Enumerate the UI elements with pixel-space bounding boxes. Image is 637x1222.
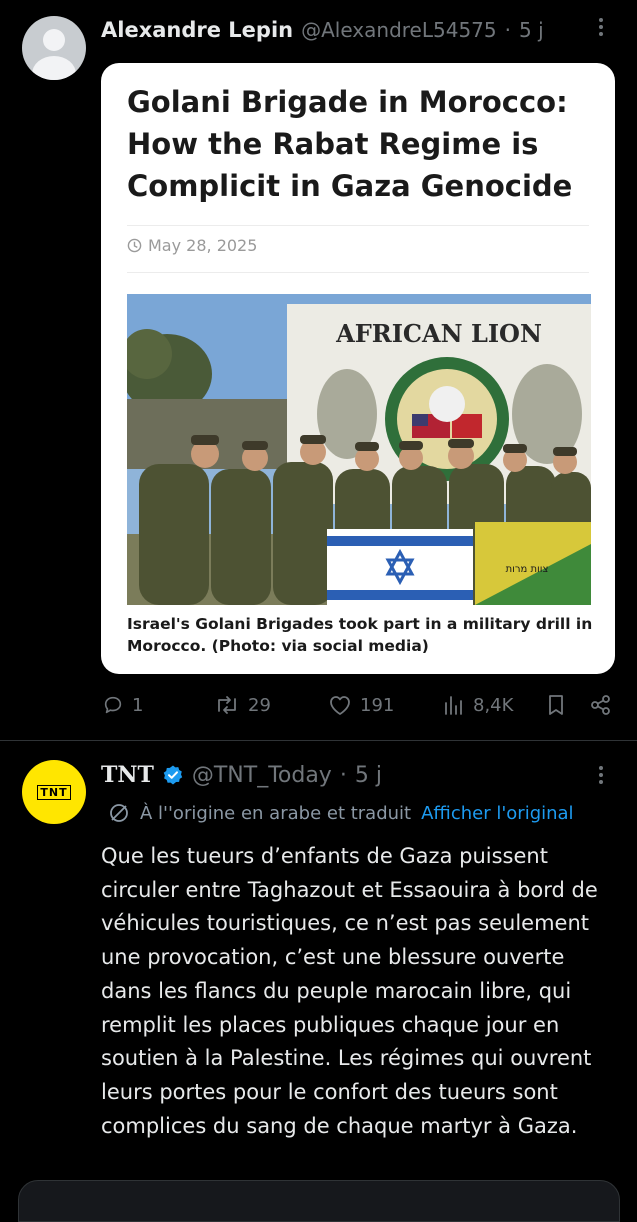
repost-count: 29 [248,694,271,716]
clock-icon [127,238,142,253]
card-divider [127,225,589,226]
bookmark-icon [549,695,563,715]
author-handle[interactable]: @AlexandreL54575 [301,18,497,42]
more-options-icon[interactable] [596,14,606,46]
tweet-body: Que les tueurs d’enfants de Gaza puissen… [101,844,598,1138]
views-count: 8,4K [473,694,514,716]
share-button[interactable] [590,694,612,716]
banner-text: AFRICAN LION [335,319,542,348]
translate-icon [110,804,128,822]
reply-icon [104,696,122,714]
tweet-divider [0,740,637,741]
repost-button[interactable]: 29 [214,694,271,716]
tweet-header: Alexandre Lepin @AlexandreL54575 · 5 j [101,18,544,42]
card-date: May 28, 2025 [127,236,257,255]
share-icon [591,695,610,715]
translation-label: À l''origine en arabe et traduit [140,802,412,824]
repost-icon [218,696,236,714]
verified-badge-icon [163,765,183,785]
more-options-icon[interactable] [596,762,606,794]
analytics-icon [445,696,462,715]
card-divider [127,272,589,273]
author-name[interactable]: Alexandre Lepin [101,18,293,42]
card-caption: Israel's Golani Brigades took part in a … [127,615,593,655]
author-name[interactable]: TNT [101,762,154,788]
author-handle[interactable]: @TNT_Today [192,763,332,788]
bottom-compose-bar[interactable] [0,1180,637,1222]
dot-separator: · [504,18,511,42]
views-button[interactable]: 8,4K [443,694,513,716]
reply-button[interactable]: 1 [102,694,143,716]
timestamp[interactable]: 5 j [355,763,382,788]
heart-icon [330,696,350,715]
article-photo: AFRICAN LION צוות מרות [127,294,591,605]
show-original-link[interactable]: Afficher l'original [421,803,573,824]
avatar-logo-text: TNT [37,784,71,800]
link-card[interactable]: Golani Brigade in Morocco: How the Rabat… [101,63,615,674]
reply-count: 1 [132,694,144,716]
avatar[interactable]: TNT [22,760,86,824]
dot-separator: · [339,762,347,788]
card-title: Golani Brigade in Morocco: How the Rabat… [127,85,573,203]
timestamp[interactable]: 5 j [519,18,544,42]
like-button[interactable]: 191 [328,694,394,716]
like-count: 191 [360,694,395,716]
translation-note: À l''origine en arabe et traduit Affiche… [108,802,574,824]
tweet-header: TNT @TNT_Today · 5 j [101,762,382,788]
flag-text: צוות מרות [506,564,549,575]
avatar[interactable] [22,16,86,80]
bookmark-button[interactable] [546,694,566,716]
